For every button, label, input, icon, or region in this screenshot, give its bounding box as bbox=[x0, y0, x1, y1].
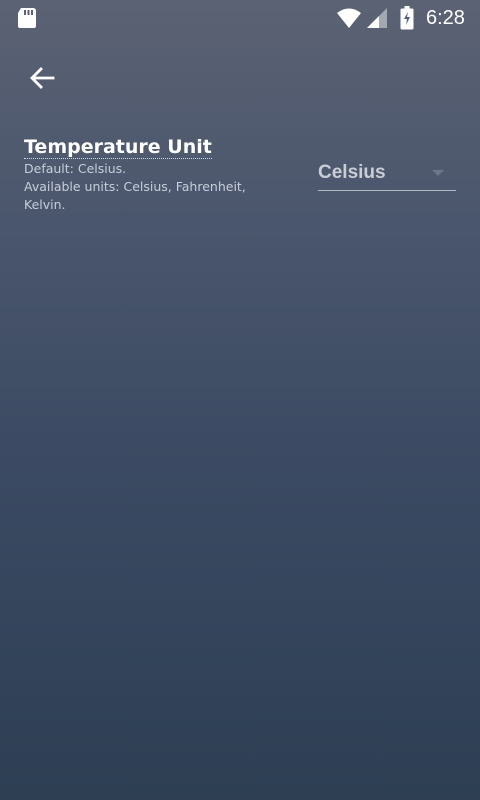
dropdown-selected-value: Celsius bbox=[318, 162, 386, 183]
setting-title: Temperature Unit bbox=[24, 136, 212, 159]
dropdown-arrow-icon bbox=[432, 170, 444, 176]
wifi-icon bbox=[337, 8, 361, 28]
status-time: 6:28 bbox=[426, 7, 465, 29]
cell-signal-icon bbox=[367, 8, 387, 28]
temperature-unit-dropdown[interactable]: Celsius bbox=[318, 156, 456, 191]
status-bar: 6:28 bbox=[0, 0, 480, 36]
description-line: Default: Celsius. bbox=[24, 161, 127, 176]
battery-charging-icon bbox=[400, 6, 414, 30]
sd-card-icon bbox=[18, 8, 36, 28]
back-button[interactable] bbox=[22, 58, 62, 98]
arrow-back-icon bbox=[30, 67, 55, 89]
description-line: Available units: Celsius, Fahrenheit, bbox=[24, 179, 246, 194]
description-line: Kelvin. bbox=[24, 197, 66, 212]
setting-description: Default: Celsius. Available units: Celsi… bbox=[24, 160, 294, 214]
temperature-unit-setting: Temperature Unit Default: Celsius. Avail… bbox=[24, 136, 456, 216]
